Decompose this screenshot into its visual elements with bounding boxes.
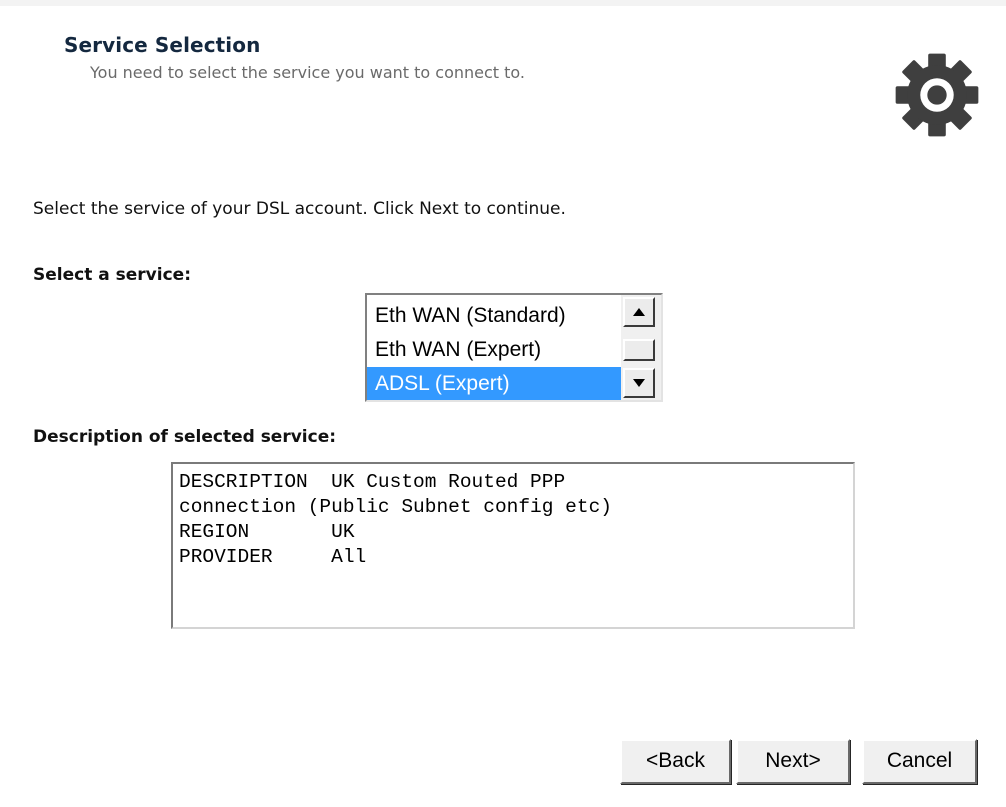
cancel-button[interactable]: Cancel	[862, 739, 977, 784]
scroll-up-arrow-icon	[633, 308, 645, 316]
wizard-header: Service Selection You need to select the…	[0, 6, 1006, 156]
instruction-text: Select the service of your DSL account. …	[33, 199, 566, 219]
scroll-down-button[interactable]	[623, 368, 655, 398]
description-label: Description of selected service:	[33, 427, 337, 447]
scroll-thumb[interactable]	[623, 339, 655, 361]
service-description-box[interactable]: DESCRIPTION UK Custom Routed PPP connect…	[171, 462, 855, 629]
next-button[interactable]: Next>	[736, 739, 850, 784]
description-line: connection (Public Subnet config etc)	[179, 496, 612, 518]
description-line: REGION UK	[179, 521, 355, 543]
description-line: DESCRIPTION UK Custom Routed PPP	[179, 471, 566, 493]
description-line: PROVIDER All	[179, 546, 367, 568]
service-listbox[interactable]: Eth WAN (Standard) Eth WAN (Standard) Et…	[365, 293, 663, 402]
service-option-eth-wan-expert[interactable]: Eth WAN (Expert)	[367, 333, 621, 367]
service-option-adsl-expert[interactable]: ADSL (Expert)	[367, 367, 621, 400]
gear-icon	[895, 53, 979, 137]
scroll-up-button[interactable]	[623, 297, 655, 327]
page-title: Service Selection	[64, 33, 261, 57]
service-option-eth-wan-standard[interactable]: Eth WAN (Standard)	[367, 299, 621, 333]
scroll-down-arrow-icon	[633, 379, 645, 387]
service-list-scrollbar[interactable]	[621, 295, 661, 400]
service-options: Eth WAN (Standard) Eth WAN (Standard) Et…	[367, 295, 621, 400]
page-subtitle: You need to select the service you want …	[90, 63, 526, 82]
back-button[interactable]: <Back	[620, 739, 731, 784]
service-select-label: Select a service:	[33, 265, 191, 285]
